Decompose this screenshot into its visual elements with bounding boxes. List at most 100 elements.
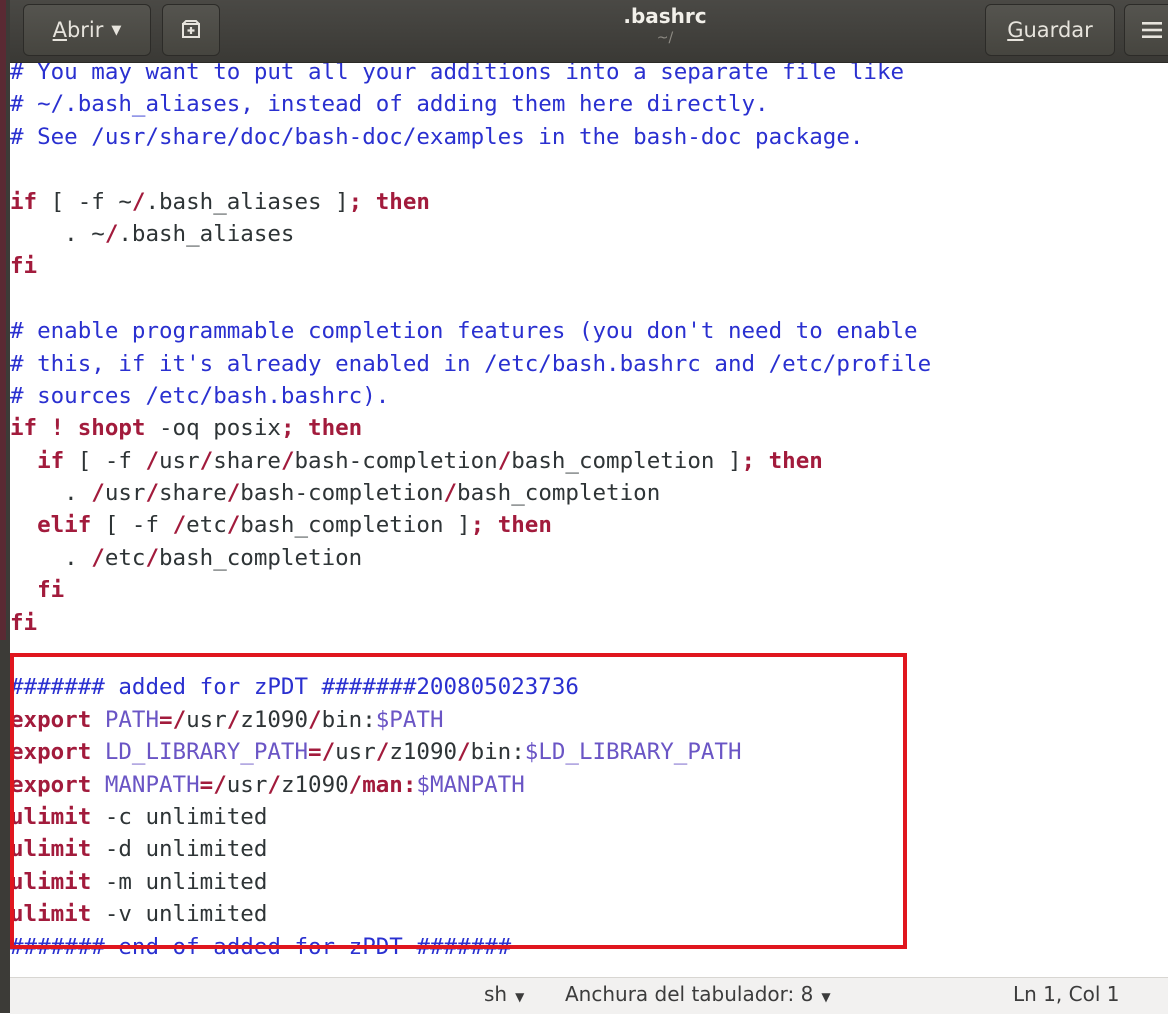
code-token: fi — [10, 609, 38, 636]
code-line[interactable]: fi — [10, 607, 931, 639]
chevron-down-icon: ▼ — [111, 22, 122, 38]
code-line[interactable]: ####### added for zPDT #######2008050237… — [10, 671, 931, 703]
code-line[interactable]: if ! shopt -oq posix; then — [10, 412, 931, 444]
code-line[interactable]: ulimit -m unlimited — [10, 866, 931, 898]
code-line[interactable]: elif [ -f /etc/bash_completion ]; then — [10, 509, 931, 541]
code-line[interactable]: if [ -f ~/.bash_aliases ]; then — [10, 186, 931, 218]
code-token: ####### end of added for zPDT ####### — [10, 933, 512, 960]
code-token: usr — [226, 771, 268, 798]
window-subtitle: ~/ — [656, 30, 674, 46]
status-bar: sh ▼ Anchura del tabulador: 8 ▼ Ln 1, Col … — [10, 977, 1168, 1014]
code-token: share — [213, 447, 281, 474]
code-line[interactable]: . /etc/bash_completion — [10, 542, 931, 574]
code-token: # this, if it's already enabled in /etc/… — [10, 350, 932, 377]
code-view[interactable]: # You may want to put all your additions… — [10, 63, 931, 963]
code-token: -d unlimited — [91, 836, 268, 863]
hamburger-menu-icon — [1142, 22, 1162, 38]
code-token: / — [497, 447, 512, 474]
code-token: [ -f — [64, 447, 146, 474]
code-token: if — [10, 188, 38, 215]
desktop-accent — [0, 0, 6, 640]
code-line[interactable]: # ~/.bash_aliases, instead of adding the… — [10, 88, 931, 120]
new-tab-icon — [182, 20, 200, 38]
code-token: / — [172, 512, 187, 539]
code-token: . — [10, 480, 92, 507]
code-token: / — [226, 706, 241, 733]
code-token: then — [375, 188, 430, 215]
code-token: = — [308, 739, 322, 766]
code-token: shopt — [77, 415, 146, 442]
new-tab-button[interactable] — [162, 4, 220, 56]
code-line[interactable]: ulimit -c unlimited — [10, 801, 931, 833]
code-line[interactable]: ulimit -v unlimited — [10, 898, 931, 930]
language-selector[interactable]: sh ▼ — [484, 982, 524, 1006]
code-line[interactable]: export MANPATH=/usr/z1090/man:$MANPATH — [10, 769, 931, 801]
code-token: if — [37, 447, 65, 474]
code-token: PATH — [104, 706, 160, 733]
code-token: # See /usr/share/doc/bash-doc/examples i… — [10, 123, 864, 150]
chevron-down-icon: ▼ — [821, 990, 831, 1004]
save-button[interactable]: Guardar — [985, 4, 1115, 56]
code-line[interactable]: # this, if it's already enabled in /etc/… — [10, 348, 931, 380]
code-token: bash_completion — [457, 480, 661, 507]
code-token: / — [145, 544, 160, 571]
code-line[interactable]: export PATH=/usr/z1090/bin:$PATH — [10, 704, 931, 736]
code-line[interactable] — [10, 283, 931, 315]
code-token: # enable programmable completion feature… — [10, 318, 918, 345]
code-token: ; — [280, 415, 295, 442]
open-button[interactable]: Abrir ▼ — [23, 4, 151, 56]
code-token: then — [308, 415, 363, 442]
code-token: [ -f ~ — [37, 188, 132, 215]
code-token: ; — [470, 512, 485, 539]
code-token: = — [159, 706, 173, 733]
code-line[interactable]: ulimit -d unlimited — [10, 833, 931, 865]
code-line[interactable]: # You may want to put all your additions… — [10, 63, 931, 88]
code-line[interactable]: ####### end of added for zPDT ####### — [10, 931, 931, 963]
code-token: $MANPATH — [416, 771, 525, 798]
cursor-position[interactable]: Ln 1, Col 1 — [1013, 982, 1119, 1006]
code-token: .bash_aliases — [118, 220, 295, 247]
code-line[interactable]: export LD_LIBRARY_PATH=/usr/z1090/bin:$L… — [10, 736, 931, 768]
code-token: ulimit — [10, 868, 92, 895]
tab-width-selector[interactable]: Anchura del tabulador: 8 ▼ — [565, 982, 831, 1006]
code-token: then — [768, 447, 823, 474]
code-token: / — [457, 739, 471, 766]
code-line[interactable]: fi — [10, 250, 931, 282]
code-token: -m unlimited — [91, 868, 268, 895]
code-token: -v unlimited — [91, 901, 268, 928]
code-token: export — [10, 706, 92, 733]
code-token: / — [443, 480, 458, 507]
code-token: = — [199, 771, 214, 798]
code-line[interactable]: # enable programmable completion feature… — [10, 315, 931, 347]
menu-button[interactable] — [1124, 4, 1168, 56]
code-token: / — [213, 771, 227, 798]
code-line[interactable]: # See /usr/share/doc/bash-doc/examples i… — [10, 121, 931, 153]
code-token: / — [348, 771, 363, 798]
code-token: . — [10, 544, 92, 571]
code-line[interactable] — [10, 639, 931, 671]
code-line[interactable]: if [ -f /usr/share/bash-completion/bash_… — [10, 445, 931, 477]
tab-width-label: Anchura del tabulador: 8 — [565, 982, 814, 1006]
code-line[interactable]: fi — [10, 574, 931, 606]
desktop-background — [0, 0, 10, 1013]
code-token: -oq posix — [145, 415, 281, 442]
code-token: $LD_LIBRARY_PATH — [524, 739, 742, 766]
text-editor[interactable]: # You may want to put all your additions… — [10, 63, 1168, 977]
code-line[interactable]: . /usr/share/bash-completion/bash_comple… — [10, 477, 931, 509]
code-line[interactable] — [10, 153, 931, 185]
code-token: if — [10, 415, 38, 442]
code-token: / — [199, 447, 214, 474]
code-line[interactable]: . ~/.bash_aliases — [10, 218, 931, 250]
code-token: usr — [159, 447, 200, 474]
code-token: then — [497, 512, 552, 539]
code-line[interactable]: # sources /etc/bash.bashrc). — [10, 380, 931, 412]
code-token: / — [321, 739, 336, 766]
code-token: bash-completion — [294, 447, 498, 474]
code-token: bin: — [470, 739, 525, 766]
code-token: z1090 — [240, 706, 309, 733]
